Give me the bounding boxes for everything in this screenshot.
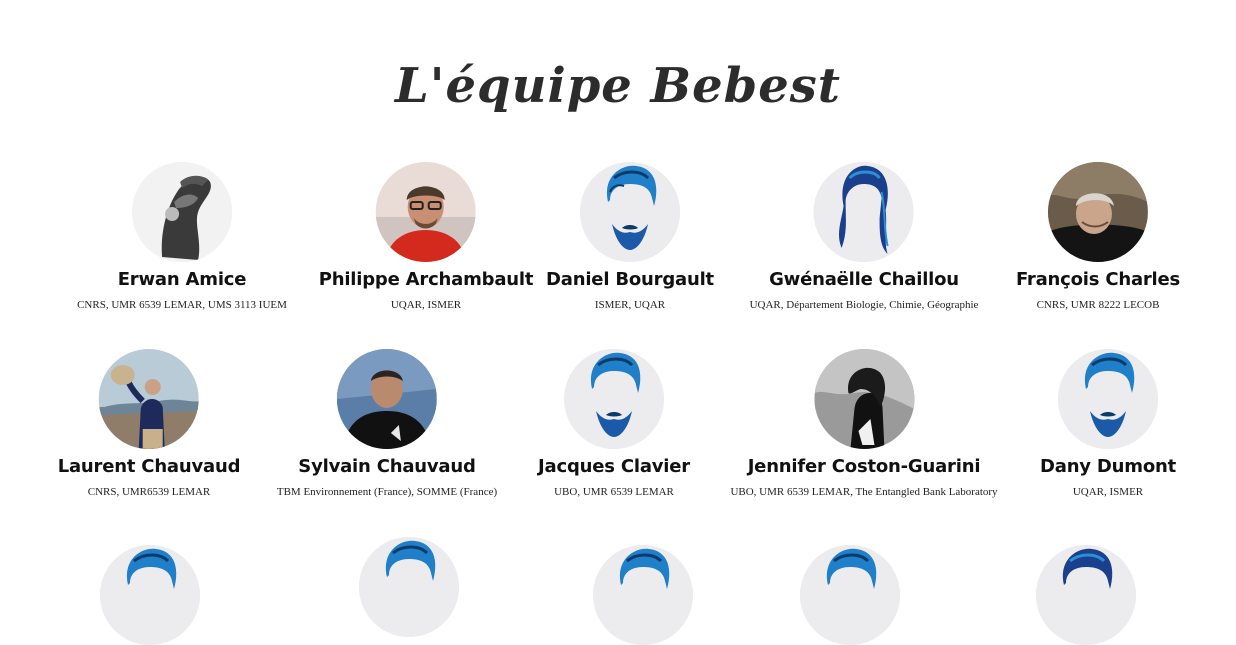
member-name[interactable]: Erwan Amice	[77, 269, 287, 290]
member-affiliation: CNRS, UMR6539 LEMAR	[87, 486, 211, 498]
member-name[interactable]: Sylvain Chauvaud	[277, 456, 497, 477]
team-member-card[interactable]	[593, 545, 693, 645]
photo-bw-woman-icon	[814, 349, 914, 449]
member-name[interactable]: Philippe Archambault	[319, 269, 534, 290]
team-member-card[interactable]	[1036, 545, 1136, 645]
team-member-card[interactable]: Sylvain Chauvaud TBM Environnement (Fran…	[277, 349, 497, 498]
member-name[interactable]: Dany Dumont	[1040, 456, 1176, 477]
member-name[interactable]: Gwénaëlle Chaillou	[750, 269, 979, 290]
photo-man-holding-shell-icon	[98, 349, 199, 449]
member-affiliation: UQAR, ISMER	[1072, 486, 1144, 498]
placeholder-man-icon	[800, 545, 900, 645]
page-title: L'équipe Bebest	[395, 58, 841, 114]
team-member-card[interactable]: Erwan Amice CNRS, UMR 6539 LEMAR, UMS 31…	[77, 162, 287, 311]
member-name[interactable]: Laurent Chauvaud	[58, 456, 241, 477]
placeholder-man-icon	[579, 162, 680, 262]
member-affiliation: CNRS, UMR 6539 LEMAR, UMS 3113 IUEM	[77, 299, 287, 311]
team-member-card[interactable]: Gwénaëlle Chaillou UQAR, Département Bio…	[749, 162, 979, 311]
placeholder-man-icon	[359, 537, 459, 637]
member-affiliation: UBO, UMR 6539 LEMAR, The Entangled Bank …	[730, 486, 998, 498]
member-affiliation: UBO, UMR 6539 LEMAR	[554, 486, 674, 498]
team-member-card[interactable]	[100, 545, 200, 645]
placeholder-man-icon	[593, 545, 693, 645]
photo-man-red-jacket-icon	[375, 162, 476, 262]
placeholder-man-icon	[100, 545, 200, 645]
team-member-card[interactable]: Philippe Archambault UQAR, ISMER	[319, 162, 534, 311]
photo-bw-diver-icon	[132, 162, 232, 262]
team-member-card[interactable]: Laurent Chauvaud CNRS, UMR6539 LEMAR	[58, 349, 241, 498]
placeholder-man-icon	[1036, 545, 1136, 645]
member-name[interactable]: François Charles	[1016, 269, 1180, 290]
team-member-card[interactable]: Jacques Clavier UBO, UMR 6539 LEMAR	[538, 349, 690, 498]
placeholder-man-icon	[1058, 349, 1158, 449]
team-member-card[interactable]	[800, 545, 900, 645]
member-affiliation: TBM Environnement (France), SOMME (Franc…	[276, 486, 498, 498]
member-affiliation: UQAR, Département Biologie, Chimie, Géog…	[749, 299, 979, 311]
member-affiliation: CNRS, UMR 8222 LECOB	[1036, 299, 1160, 311]
team-member-card[interactable]: Daniel Bourgault ISMER, UQAR	[546, 162, 714, 311]
member-name[interactable]: Daniel Bourgault	[546, 269, 714, 290]
member-name[interactable]: Jennifer Coston-Guarini	[730, 456, 997, 477]
member-affiliation: ISMER, UQAR	[594, 299, 666, 311]
team-member-card[interactable]: Jennifer Coston-Guarini UBO, UMR 6539 LE…	[730, 349, 998, 498]
team-member-card[interactable]: François Charles CNRS, UMR 8222 LECOB	[1016, 162, 1180, 311]
member-name[interactable]: Jacques Clavier	[538, 456, 690, 477]
placeholder-woman-icon	[814, 162, 914, 262]
photo-man-wetsuit-icon	[336, 349, 437, 449]
team-member-card[interactable]: Dany Dumont UQAR, ISMER	[1040, 349, 1176, 498]
placeholder-man-icon	[563, 349, 664, 449]
member-affiliation: UQAR, ISMER	[390, 299, 462, 311]
team-member-card[interactable]	[359, 537, 459, 637]
photo-man-diving-suit-icon	[1047, 162, 1148, 262]
